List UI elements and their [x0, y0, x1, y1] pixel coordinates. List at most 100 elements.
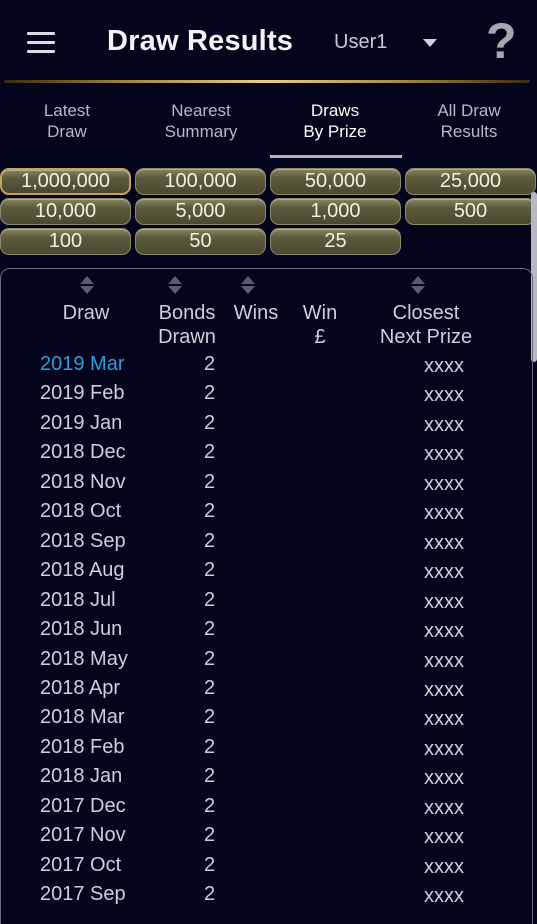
closest-next-prize-cell: xxxx — [424, 531, 464, 554]
table-row[interactable]: 2017 Oct 2 xxxx — [0, 854, 533, 884]
user-dropdown[interactable]: User1 — [334, 31, 387, 54]
closest-next-prize-cell: xxxx — [424, 413, 464, 436]
header-label: Draw — [62, 302, 110, 324]
table-row[interactable]: 2018 Apr 2 xxxx — [0, 677, 533, 707]
column-header-closest-next-prize[interactable]: Closest Next Prize — [368, 301, 484, 349]
closest-next-prize-cell: xxxx — [424, 620, 464, 643]
prize-button-25[interactable]: 25 — [270, 228, 401, 255]
prize-button-1000[interactable]: 1,000 — [270, 198, 401, 225]
header-label: Next Prize — [379, 326, 473, 348]
bonds-drawn-cell: 2 — [204, 853, 216, 876]
tab-label-line2: By Prize — [303, 122, 367, 141]
header-label: £ — [314, 326, 326, 348]
draw-cell: 2018 Mar — [40, 706, 125, 729]
tab-bar: Latest Draw Nearest Summary Draws By Pri… — [0, 94, 537, 158]
closest-next-prize-cell: xxxx — [424, 355, 464, 377]
header-label: Drawn — [158, 326, 216, 348]
table-row[interactable]: 2018 Mar 2 xxxx — [0, 706, 533, 736]
table-row[interactable]: 2018 Sep 2 xxxx — [0, 530, 533, 560]
closest-next-prize-cell: xxxx — [424, 737, 464, 760]
bonds-drawn-cell: 2 — [204, 794, 216, 817]
draw-cell: 2018 Oct — [40, 500, 122, 523]
bonds-drawn-cell: 2 — [204, 618, 216, 641]
table-row[interactable]: 2017 Sep 2 xxxx — [0, 883, 533, 913]
table-row[interactable]: 2018 Nov 2 xxxx — [0, 471, 533, 501]
table-row[interactable]: 2018 Aug 2 xxxx — [0, 559, 533, 589]
tab-nearest-summary[interactable]: Nearest Summary — [134, 94, 268, 158]
bonds-drawn-cell: 2 — [204, 676, 216, 699]
bonds-drawn-cell: 2 — [204, 382, 216, 405]
sort-draw-icon[interactable] — [80, 276, 94, 296]
table-row[interactable]: 2019 Feb 2 xxxx — [0, 382, 533, 412]
table-row[interactable]: 2018 Feb 2 xxxx — [0, 736, 533, 766]
prize-button-100[interactable]: 100 — [0, 228, 131, 255]
tab-label-line1: Draws — [310, 101, 360, 120]
header-label: Win — [302, 302, 338, 324]
sort-wins-icon[interactable] — [241, 276, 255, 296]
tab-label-line1: Latest — [43, 101, 91, 120]
bonds-drawn-cell: 2 — [204, 706, 216, 729]
draw-cell: 2018 Feb — [40, 735, 125, 758]
prize-button-10000[interactable]: 10,000 — [0, 198, 131, 225]
draw-cell: 2018 Aug — [40, 559, 125, 582]
closest-next-prize-cell: xxxx — [424, 855, 464, 878]
draw-cell: 2018 Jul — [40, 588, 116, 611]
bonds-drawn-cell: 2 — [204, 588, 216, 611]
tab-draws-by-prize[interactable]: Draws By Prize — [268, 94, 402, 158]
tab-all-draw-results[interactable]: All Draw Results — [402, 94, 536, 158]
sort-bonds-icon[interactable] — [168, 276, 182, 296]
bonds-drawn-cell: 2 — [204, 441, 216, 464]
draw-cell: 2017 Oct — [40, 853, 122, 876]
hamburger-menu-icon[interactable] — [27, 32, 55, 54]
draw-cell: 2018 Jun — [40, 618, 123, 641]
page-title: Draw Results — [107, 25, 294, 57]
table-row[interactable]: 2018 May 2 xxxx — [0, 648, 533, 678]
table-row[interactable]: 2019 Mar 2 xxxx — [0, 353, 533, 383]
closest-next-prize-cell: xxxx — [424, 472, 464, 495]
bonds-drawn-cell: 2 — [204, 735, 216, 758]
closest-next-prize-cell: xxxx — [424, 590, 464, 613]
prize-button-5000[interactable]: 5,000 — [135, 198, 266, 225]
draw-cell: 2019 Mar — [40, 353, 125, 375]
prize-button-25000[interactable]: 25,000 — [405, 168, 536, 195]
tab-label-line2: Draw — [47, 122, 87, 141]
closest-next-prize-cell: xxxx — [424, 708, 464, 731]
sort-closest-icon[interactable] — [411, 276, 425, 296]
chevron-down-icon[interactable] — [423, 39, 437, 47]
table-row[interactable]: 2018 Oct 2 xxxx — [0, 500, 533, 530]
tab-latest-draw[interactable]: Latest Draw — [0, 94, 134, 158]
question-mark-icon[interactable]: ? — [486, 16, 517, 66]
tab-label-line2: Results — [440, 122, 498, 141]
draw-cell: 2018 Nov — [40, 470, 126, 493]
draw-cell: 2018 Apr — [40, 676, 121, 699]
table-row[interactable]: 2018 Jul 2 xxxx — [0, 589, 533, 619]
prize-button-50[interactable]: 50 — [135, 228, 266, 255]
prize-button-1000000[interactable]: 1,000,000 — [0, 168, 131, 195]
bonds-drawn-cell: 2 — [204, 559, 216, 582]
prize-button-500[interactable]: 500 — [405, 198, 536, 225]
column-header-wins[interactable]: Wins — [228, 301, 284, 325]
table-row[interactable]: 2019 Jan 2 xxxx — [0, 412, 533, 442]
table-row[interactable]: 2017 Nov 2 xxxx — [0, 824, 533, 854]
draw-cell: 2019 Jan — [40, 411, 123, 434]
table-row[interactable]: 2018 Jun 2 xxxx — [0, 618, 533, 648]
draw-cell: 2017 Nov — [40, 824, 126, 847]
prize-button-100000[interactable]: 100,000 — [135, 168, 266, 195]
closest-next-prize-cell: xxxx — [424, 796, 464, 819]
table-row[interactable]: 2017 Dec 2 xxxx — [0, 795, 533, 825]
closest-next-prize-cell: xxxx — [424, 561, 464, 584]
closest-next-prize-cell: xxxx — [424, 384, 464, 407]
closest-next-prize-cell: xxxx — [424, 826, 464, 849]
draw-cell: 2018 May — [40, 647, 128, 670]
tab-label-line1: All Draw — [437, 101, 501, 120]
column-header-draw[interactable]: Draw — [50, 301, 122, 325]
table-row[interactable]: 2018 Jan 2 xxxx — [0, 765, 533, 795]
column-header-bonds-drawn[interactable]: Bonds Drawn — [152, 301, 222, 349]
table-row[interactable]: 2018 Dec 2 xxxx — [0, 441, 533, 471]
tab-label-line2: Summary — [164, 122, 238, 141]
prize-button-50000[interactable]: 50,000 — [270, 168, 401, 195]
draw-cell: 2019 Feb — [40, 382, 125, 405]
draw-cell: 2017 Sep — [40, 883, 126, 906]
header-label: Closest — [392, 302, 460, 324]
header-divider — [4, 80, 530, 83]
